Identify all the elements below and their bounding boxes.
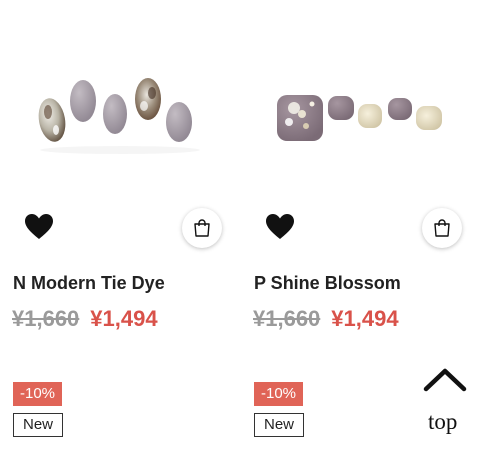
- original-price: ¥1,660: [12, 306, 80, 331]
- product-grid: N Modern Tie Dye ¥1,660 ¥1,494 -10% New: [0, 0, 480, 461]
- product-name[interactable]: N Modern Tie Dye: [13, 273, 165, 294]
- back-to-top-label: top: [428, 409, 458, 434]
- new-badge: New: [254, 413, 305, 437]
- discount-badge: -10%: [13, 382, 63, 406]
- product-name[interactable]: P Shine Blossom: [254, 273, 401, 294]
- add-to-cart-button[interactable]: [182, 208, 222, 248]
- sale-price: ¥1,494: [90, 306, 158, 331]
- original-price: ¥1,660: [253, 306, 321, 331]
- product-card[interactable]: N Modern Tie Dye ¥1,660 ¥1,494 -10% New: [0, 0, 230, 461]
- price-row: ¥1,660 ¥1,494: [253, 306, 399, 332]
- new-badge: New: [13, 413, 64, 437]
- back-to-top-button[interactable]: top: [420, 366, 470, 438]
- chevron-up-icon: [423, 368, 467, 392]
- product-image[interactable]: [0, 38, 230, 198]
- discount-badge: -10%: [254, 382, 304, 406]
- sale-price: ¥1,494: [331, 306, 399, 331]
- wishlist-heart-icon[interactable]: [265, 213, 295, 241]
- shopping-bag-icon: [194, 219, 210, 237]
- wishlist-heart-icon[interactable]: [24, 213, 54, 241]
- product-image[interactable]: [242, 38, 472, 198]
- add-to-cart-button[interactable]: [422, 208, 462, 248]
- price-row: ¥1,660 ¥1,494: [12, 306, 158, 332]
- shopping-bag-icon: [434, 219, 450, 237]
